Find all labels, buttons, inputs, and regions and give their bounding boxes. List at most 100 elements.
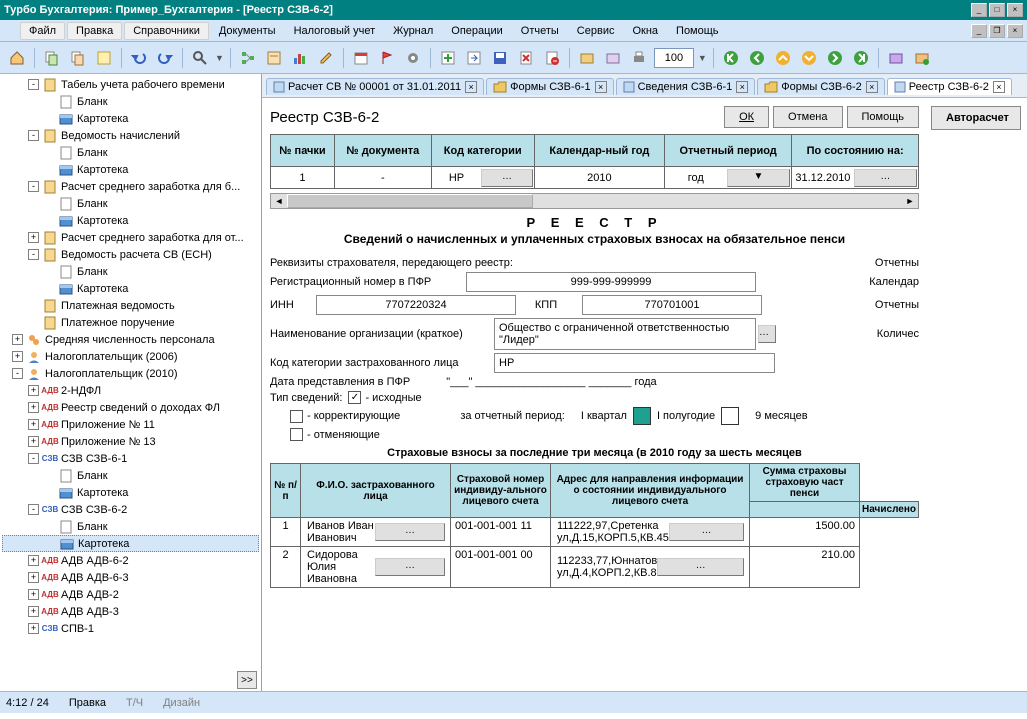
menu-налоговый учет[interactable]: Налоговый учет bbox=[286, 23, 384, 39]
dropdown-arrow-icon[interactable]: ▼ bbox=[215, 53, 224, 63]
tree-node[interactable]: Картотека bbox=[2, 280, 259, 297]
nav-up-icon[interactable] bbox=[772, 47, 794, 69]
tree-node[interactable]: Картотека bbox=[2, 110, 259, 127]
tree-node[interactable]: -Ведомость расчета СВ (ЕСН) bbox=[2, 246, 259, 263]
copy2-icon[interactable] bbox=[67, 47, 89, 69]
menu-окна[interactable]: Окна bbox=[624, 23, 666, 39]
menu-журнал[interactable]: Журнал bbox=[385, 23, 441, 39]
zoom-input[interactable] bbox=[654, 48, 694, 68]
close-button[interactable]: × bbox=[1007, 3, 1023, 17]
tree-node[interactable]: Картотека bbox=[2, 535, 259, 552]
redo-icon[interactable] bbox=[154, 47, 176, 69]
lookup-button[interactable]: … bbox=[669, 523, 744, 541]
kv-box[interactable] bbox=[633, 407, 651, 425]
note-icon[interactable] bbox=[93, 47, 115, 69]
menu-файл[interactable]: Файл bbox=[20, 22, 65, 40]
add-icon[interactable] bbox=[437, 47, 459, 69]
status-item[interactable]: Правка bbox=[69, 697, 106, 709]
tab[interactable]: Формы СЗВ-6-1× bbox=[486, 78, 614, 95]
maximize-button[interactable]: □ bbox=[989, 3, 1005, 17]
lookup-button[interactable]: … bbox=[854, 169, 917, 187]
tree-node[interactable]: +СЗВСПВ-1 bbox=[2, 620, 259, 637]
tree-toggle[interactable]: - bbox=[28, 453, 39, 464]
tree-toggle[interactable]: + bbox=[28, 232, 39, 243]
param-td[interactable]: 31.12.2010… bbox=[792, 167, 919, 189]
save-icon[interactable] bbox=[489, 47, 511, 69]
tree-node[interactable]: Бланк bbox=[2, 518, 259, 535]
tree-node[interactable]: Бланк bbox=[2, 93, 259, 110]
tree-toggle[interactable]: - bbox=[28, 79, 39, 90]
tree-node[interactable]: -Ведомость начислений bbox=[2, 127, 259, 144]
tree-node[interactable]: Платежное поручение bbox=[2, 314, 259, 331]
tree-node[interactable]: +АДВ2-НДФЛ bbox=[2, 382, 259, 399]
tree-icon[interactable] bbox=[237, 47, 259, 69]
param-td[interactable]: 1 bbox=[271, 167, 335, 189]
tree-toggle[interactable]: + bbox=[28, 606, 39, 617]
gear-icon[interactable] bbox=[402, 47, 424, 69]
param-td[interactable]: год▼ bbox=[665, 167, 792, 189]
param-td[interactable]: - bbox=[334, 167, 431, 189]
tree-node[interactable]: +АДВПриложение № 13 bbox=[2, 433, 259, 450]
tree-node[interactable]: -Налогоплательщик (2010) bbox=[2, 365, 259, 382]
tree-toggle[interactable]: + bbox=[28, 572, 39, 583]
mdi-close-button[interactable]: × bbox=[1007, 24, 1023, 38]
form-icon[interactable] bbox=[263, 47, 285, 69]
tree-node[interactable]: +Средняя численность персонала bbox=[2, 331, 259, 348]
auto-calc-button[interactable]: Авторасчет bbox=[931, 106, 1021, 130]
dropdown-button[interactable]: ▼ bbox=[727, 169, 791, 187]
tree-node[interactable]: -Табель учета рабочего времени bbox=[2, 76, 259, 93]
pencil-icon[interactable] bbox=[315, 47, 337, 69]
tree-node[interactable]: +АДВАДВ АДВ-6-2 bbox=[2, 552, 259, 569]
tab-close-button[interactable]: × bbox=[993, 81, 1005, 93]
ish-checkbox[interactable]: ✓ bbox=[348, 391, 361, 404]
tab-close-button[interactable]: × bbox=[465, 81, 477, 93]
org-lookup-button[interactable]: … bbox=[758, 325, 776, 343]
action1-icon[interactable] bbox=[885, 47, 907, 69]
mdi-minimize-button[interactable]: _ bbox=[971, 24, 987, 38]
tree-node[interactable]: Картотека bbox=[2, 161, 259, 178]
tree-toggle[interactable]: + bbox=[28, 589, 39, 600]
menu-справочники[interactable]: Справочники bbox=[124, 22, 209, 40]
tree-node[interactable]: -СЗВСЗВ СЗВ-6-2 bbox=[2, 501, 259, 518]
otm-checkbox[interactable] bbox=[290, 428, 303, 441]
tree-node[interactable]: -СЗВСЗВ СЗВ-6-1 bbox=[2, 450, 259, 467]
undo-icon[interactable] bbox=[128, 47, 150, 69]
tree-toggle[interactable]: - bbox=[28, 181, 39, 192]
lookup-button[interactable]: … bbox=[657, 558, 744, 576]
pol-box[interactable] bbox=[721, 407, 739, 425]
tree-node[interactable]: Бланк bbox=[2, 195, 259, 212]
tab[interactable]: Реестр СЗВ-6-2× bbox=[887, 78, 1012, 95]
tab[interactable]: Расчет СВ № 00001 от 31.01.2011× bbox=[266, 78, 484, 95]
calendar-icon[interactable] bbox=[350, 47, 372, 69]
tree-node[interactable]: +Налогоплательщик (2006) bbox=[2, 348, 259, 365]
tree-toggle[interactable]: - bbox=[28, 130, 39, 141]
h-scrollbar[interactable]: ◄► bbox=[270, 193, 919, 209]
tree-node[interactable]: -Расчет среднего заработка для б... bbox=[2, 178, 259, 195]
tab[interactable]: Формы СЗВ-6-2× bbox=[757, 78, 885, 95]
tree-node[interactable]: Бланк bbox=[2, 467, 259, 484]
zoom-dd-icon[interactable]: ▼ bbox=[698, 53, 707, 63]
lookup-button[interactable]: … bbox=[375, 558, 445, 576]
nav-down-icon[interactable] bbox=[798, 47, 820, 69]
table-row[interactable]: 1Иванов Иван Иванович…001-001-001 111112… bbox=[271, 518, 919, 547]
tree-node[interactable]: Бланк bbox=[2, 144, 259, 161]
param-td[interactable]: НР… bbox=[431, 167, 534, 189]
tree-node[interactable]: +АДВАДВ АДВ-2 bbox=[2, 586, 259, 603]
nav-first-icon[interactable] bbox=[720, 47, 742, 69]
tree-toggle[interactable]: + bbox=[28, 402, 39, 413]
tab-close-button[interactable]: × bbox=[736, 81, 748, 93]
ok-button[interactable]: ОК bbox=[724, 106, 769, 128]
tree-toggle[interactable]: + bbox=[12, 334, 23, 345]
tab-close-button[interactable]: × bbox=[866, 81, 878, 93]
help-button[interactable]: Помощь bbox=[847, 106, 920, 128]
menu-отчеты[interactable]: Отчеты bbox=[513, 23, 567, 39]
menu-сервис[interactable]: Сервис bbox=[569, 23, 623, 39]
lookup-button[interactable]: … bbox=[481, 169, 532, 187]
tree-toggle[interactable]: + bbox=[28, 419, 39, 430]
tree-expand-button[interactable]: >> bbox=[237, 671, 257, 689]
tree-node[interactable]: Картотека bbox=[2, 484, 259, 501]
tab-close-button[interactable]: × bbox=[595, 81, 607, 93]
card2-icon[interactable] bbox=[602, 47, 624, 69]
mdi-restore-button[interactable]: ❐ bbox=[989, 24, 1005, 38]
tree-toggle[interactable]: + bbox=[28, 623, 39, 634]
